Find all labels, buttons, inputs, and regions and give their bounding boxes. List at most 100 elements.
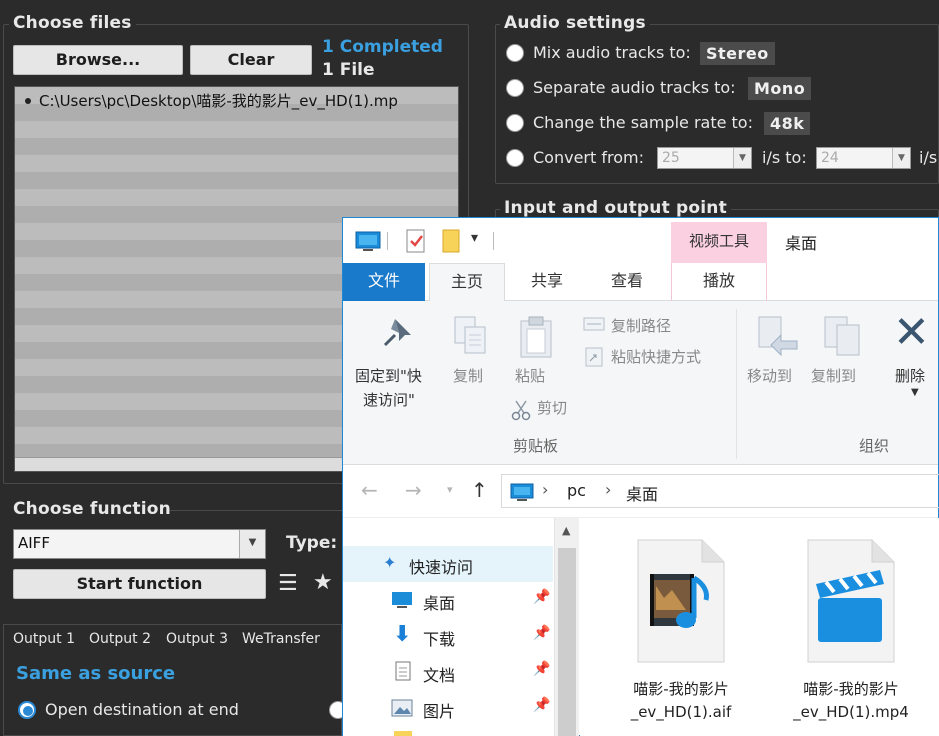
bullet-icon — [25, 98, 31, 104]
file-name-line1: 喵影-我的影片 — [803, 680, 899, 698]
nav-pictures[interactable]: 图片 📌 — [343, 690, 553, 726]
fps-unit-label-2: i/s — [919, 148, 938, 167]
cut-label[interactable]: 剪切 — [537, 397, 567, 418]
folder-icon — [394, 731, 412, 736]
choose-files-title: Choose files — [9, 13, 136, 33]
file-name-line2: _ev_HD(1).mp4 — [793, 703, 909, 721]
paste-shortcut-icon — [585, 347, 603, 367]
new-folder-icon[interactable] — [441, 228, 461, 254]
copy-icon — [454, 316, 486, 354]
address-bar[interactable]: › pc › 桌面 — [501, 474, 939, 508]
properties-icon[interactable] — [405, 228, 427, 254]
pin-quick-access-label-2[interactable]: 速访问" — [363, 389, 415, 410]
choose-function-title: Choose function — [13, 499, 171, 519]
up-arrow-icon[interactable]: ↑ — [471, 478, 488, 502]
tab-output-2[interactable]: Output 2 — [89, 631, 151, 647]
io-point-title: Input and output point — [500, 198, 731, 218]
file-list-item[interactable]: C:\Users\pc\Desktop\喵影-我的影片_ev_HD(1).mp — [21, 90, 451, 111]
paste-label[interactable]: 粘贴 — [515, 365, 545, 386]
start-function-button[interactable]: Start function — [13, 569, 266, 599]
file-item[interactable]: 喵影-我的影片 _ev_HD(1).aif — [606, 538, 756, 736]
nav-downloads[interactable]: ⬇ 下载 📌 — [343, 618, 553, 654]
qat-separator-2 — [493, 232, 494, 250]
move-to-icon — [758, 316, 798, 357]
file-explorer-window[interactable]: ▾ 视频工具 桌面 文件 主页 共享 查看 播放 固定到"快 速访问" 复制 粘… — [342, 217, 939, 736]
type-label: Type: — [286, 533, 338, 553]
breadcrumb-desktop[interactable]: 桌面 — [626, 481, 658, 505]
breadcrumb-chevron-icon[interactable]: › — [605, 480, 611, 499]
separate-tracks-radio[interactable] — [506, 79, 524, 97]
paste-icon — [520, 316, 552, 358]
nav-scrollbar[interactable]: ▲ — [554, 518, 579, 736]
nav-next-folder[interactable] — [343, 726, 553, 736]
mix-tracks-value[interactable]: Stereo — [700, 42, 775, 65]
nav-desktop[interactable]: 桌面 📌 — [343, 582, 553, 618]
chevron-down-icon: ▼ — [733, 148, 751, 168]
scroll-up-icon[interactable]: ▲ — [562, 524, 570, 537]
completed-count: 1 Completed — [322, 37, 443, 57]
clipboard-group-label: 剪贴板 — [513, 437, 559, 455]
delete-dropdown-icon[interactable]: ▼ — [911, 387, 919, 398]
sample-rate-radio[interactable] — [506, 114, 524, 132]
copy-to-icon — [824, 316, 860, 356]
back-arrow-icon[interactable]: ← — [361, 478, 378, 502]
tab-view[interactable]: 查看 — [589, 263, 665, 301]
nav-documents[interactable]: 文档 📌 — [343, 654, 553, 690]
nav-quick-access[interactable]: ✦ 快速访问 — [343, 546, 553, 582]
qat-separator — [387, 232, 388, 250]
ribbon-home: 固定到"快 速访问" 复制 粘贴 复制路径 粘贴快捷方式 剪切 剪贴板 移动到 … — [343, 301, 938, 465]
forward-arrow-icon[interactable]: → — [405, 478, 422, 502]
convert-to-select[interactable]: 24 ▼ — [816, 147, 911, 169]
file-name-line2: _ev_HD(1).aif — [630, 703, 732, 721]
move-to-label[interactable]: 移动到 — [747, 365, 792, 386]
recent-dropdown-icon[interactable]: ▾ — [447, 483, 453, 496]
tab-play[interactable]: 播放 — [671, 263, 767, 301]
file-view: 喵影-我的影片 _ev_HD(1).aif 喵影-我的影片 _ev_HD(1).… — [580, 518, 939, 736]
copy-to-label[interactable]: 复制到 — [811, 365, 856, 386]
paste-shortcut-label[interactable]: 粘贴快捷方式 — [611, 346, 701, 367]
tab-output-1[interactable]: Output 1 — [13, 631, 75, 647]
pin-icon[interactable]: 📌 — [533, 589, 550, 605]
mix-tracks-label: Mix audio tracks to: — [533, 43, 691, 62]
window-title: 桌面 — [785, 234, 818, 253]
download-arrow-icon: ⬇ — [393, 622, 412, 647]
sample-rate-value[interactable]: 48k — [764, 112, 811, 135]
tab-file[interactable]: 文件 — [343, 263, 425, 301]
browse-button[interactable]: Browse... — [13, 45, 183, 75]
convert-from-select[interactable]: 25 ▼ — [657, 147, 752, 169]
separate-tracks-value[interactable]: Mono — [748, 77, 812, 100]
file-item[interactable]: 喵影-我的影片 _ev_HD(1).mp4 — [776, 538, 926, 736]
copy-label[interactable]: 复制 — [453, 365, 483, 386]
convert-fps-radio[interactable] — [506, 149, 524, 167]
menu-icon[interactable]: ☰ — [278, 571, 298, 596]
mix-tracks-radio[interactable] — [506, 44, 524, 62]
tab-home[interactable]: 主页 — [429, 263, 505, 302]
format-select[interactable]: AIFF ▼ — [13, 529, 266, 559]
computer-icon — [355, 231, 381, 251]
desktop-icon — [392, 592, 412, 608]
copy-path-label[interactable]: 复制路径 — [611, 315, 671, 336]
pin-icon[interactable]: 📌 — [533, 661, 550, 677]
clear-button[interactable]: Clear — [190, 45, 312, 75]
navigation-pane: ✦ 快速访问 桌面 📌 ⬇ 下载 📌 文档 📌 图片 📌 — [343, 518, 579, 736]
copy-path-icon — [583, 317, 605, 331]
pin-icon[interactable]: 📌 — [533, 697, 550, 713]
breadcrumb-chevron-icon[interactable]: › — [542, 480, 548, 499]
file-name-line1: 喵影-我的影片 — [633, 680, 729, 698]
chevron-down-icon: ▼ — [239, 530, 265, 558]
document-icon — [395, 661, 411, 681]
open-destination-radio[interactable] — [18, 701, 36, 719]
tab-wetransfer[interactable]: WeTransfer — [242, 631, 320, 647]
scroll-thumb[interactable] — [558, 548, 576, 736]
ribbon-tabs: 文件 主页 共享 查看 播放 — [343, 263, 938, 302]
tab-output-3[interactable]: Output 3 — [166, 631, 228, 647]
choose-function-divider — [170, 510, 342, 511]
qat-dropdown-icon[interactable]: ▾ — [471, 230, 478, 246]
destination-text[interactable]: Same as source — [16, 663, 175, 684]
pin-icon[interactable]: 📌 — [533, 625, 550, 641]
breadcrumb-pc[interactable]: pc — [567, 481, 586, 500]
star-icon[interactable]: ★ — [313, 570, 333, 595]
tab-share[interactable]: 共享 — [509, 263, 585, 301]
pin-quick-access-label-1[interactable]: 固定到"快 — [355, 365, 422, 386]
delete-label[interactable]: 删除 — [895, 365, 925, 386]
